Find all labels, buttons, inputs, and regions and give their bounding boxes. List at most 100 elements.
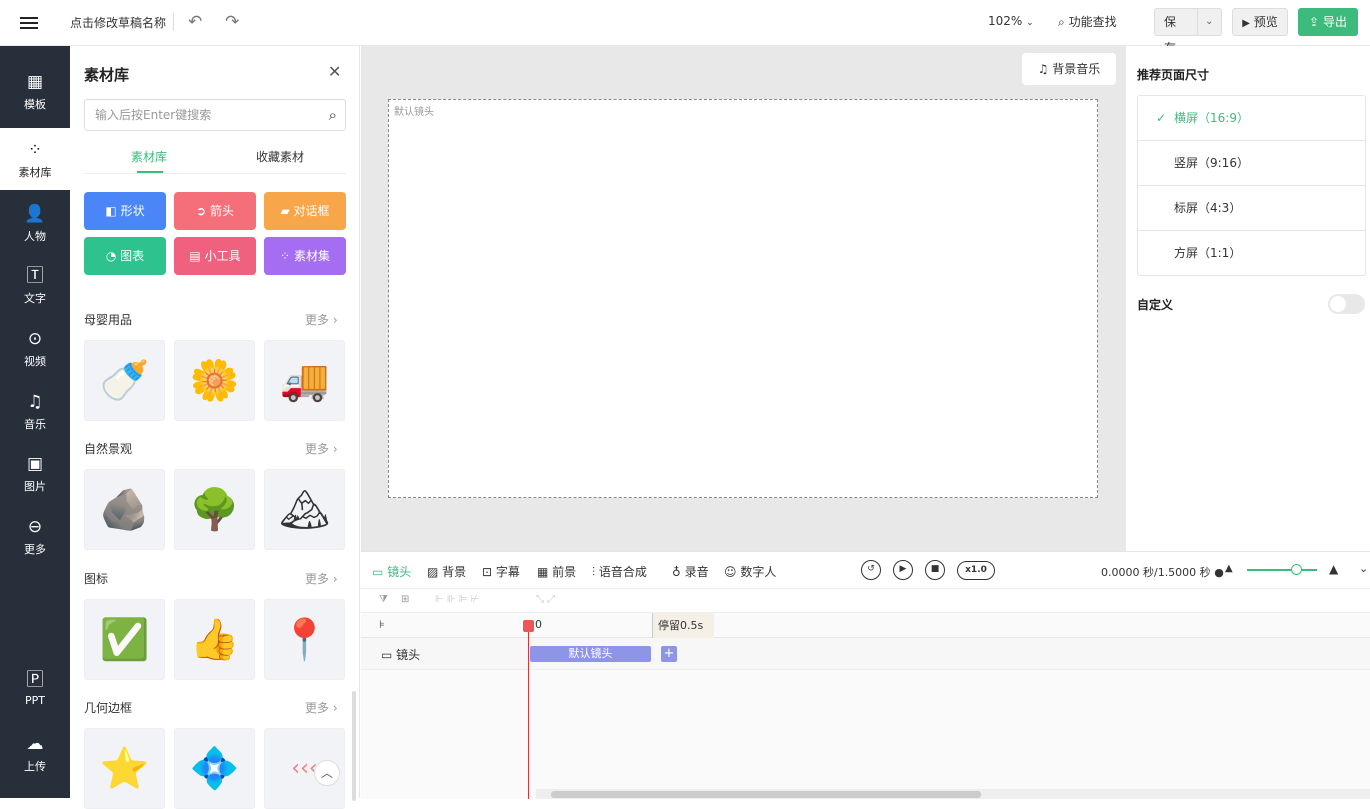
more-link[interactable]: 更多 › (305, 440, 338, 457)
tab-foreground[interactable]: ▦ 前景 (537, 563, 576, 580)
nav-item-material[interactable]: ⁘ 素材库 (0, 128, 70, 190)
timeline-body (361, 670, 1370, 799)
tab-background[interactable]: ▨ 背景 (427, 563, 466, 580)
tab-record[interactable]: ♁ 录音 (672, 563, 709, 580)
nav-item-upload[interactable]: ☁ 上传 (0, 722, 70, 784)
size-option-square[interactable]: 方屏（1:1） (1138, 231, 1365, 276)
playhead-handle[interactable] (523, 620, 534, 632)
nav-item-image[interactable]: ▣ 图片 (0, 442, 70, 504)
size-label: 横屏（16:9） (1174, 111, 1249, 125)
more-label: 更多 (305, 442, 330, 456)
nav-label: 视频 (24, 355, 46, 368)
scroll-thumb[interactable] (551, 791, 981, 798)
nav-item-music[interactable]: ♫ 音乐 (0, 380, 70, 442)
distribute-icon[interactable]: ⤡ ⤢ (536, 594, 555, 605)
add-scene-button[interactable]: + (661, 646, 677, 662)
panel-scrollbar[interactable] (352, 691, 356, 801)
asset-snow-mountain[interactable]: 🏔 (264, 469, 345, 550)
category-dialog-button[interactable]: ▰ 对话框 (264, 192, 346, 230)
nav-item-ppt[interactable]: 🄿 PPT (0, 658, 70, 720)
redo-icon[interactable]: ↷ (225, 12, 239, 32)
menu-icon[interactable] (20, 14, 38, 32)
chevron-down-icon[interactable]: ⌄ (1198, 9, 1222, 35)
nav-label: 人物 (24, 230, 46, 243)
asset-check-circle[interactable]: ✅ (84, 599, 165, 680)
category-chart-button[interactable]: ◔ 图表 (84, 237, 166, 275)
undo-icon[interactable]: ↶ (188, 12, 202, 32)
find-feature-button[interactable]: ⌕ 功能查找 (1058, 13, 1117, 30)
ruler-zero: 0 (535, 618, 542, 631)
zoom-out-icon[interactable]: ▲ (1225, 563, 1233, 574)
tab-subtitle[interactable]: ⊡ 字幕 (482, 563, 520, 580)
align-left-icon[interactable]: ⊩ ⊪ ⊫ ⊬ (435, 594, 479, 605)
chevron-up-icon[interactable]: ︿ (314, 760, 340, 786)
size-option-portrait[interactable]: 竖屏（9:16） (1138, 141, 1365, 186)
arrow-icon: ➲ (196, 204, 207, 218)
category-shape-button[interactable]: ◧ 形状 (84, 192, 166, 230)
export-button[interactable]: ⇪ 导出 (1298, 8, 1358, 36)
playhead[interactable] (528, 622, 529, 799)
background-music-button[interactable]: ♫ 背景音乐 (1022, 53, 1116, 85)
play-icon[interactable]: ▶ (893, 560, 913, 580)
asset-location-pin[interactable]: 📍 (264, 599, 345, 680)
pause-duration[interactable]: 停留0.5s (652, 613, 714, 638)
tab-scene[interactable]: ▭ 镜头 (372, 563, 411, 580)
asset-hexagon-frame[interactable]: 💠 (174, 728, 255, 809)
stop-icon[interactable]: ■ (925, 560, 945, 580)
stage-canvas[interactable]: 默认镜头 (388, 99, 1098, 498)
timeline-ruler: ⊧ 0 停留0.5s (361, 613, 1370, 638)
asset-baby-bottle[interactable]: 🍼 (84, 340, 165, 421)
asset-rattle-toy[interactable]: 🌼 (174, 340, 255, 421)
category-collection-button[interactable]: ⁘ 素材集 (264, 237, 346, 275)
tab-favorites[interactable]: 收藏素材 (256, 148, 304, 165)
zoom-select[interactable]: 102% ⌄ (988, 14, 1034, 28)
search-icon[interactable]: ⌕ (329, 106, 337, 124)
search-input[interactable] (85, 100, 305, 130)
more-link[interactable]: 更多 › (305, 699, 338, 716)
filter-icon[interactable]: ⧩ (379, 594, 388, 605)
category-widget-button[interactable]: ▤ 小工具 (174, 237, 256, 275)
speed-button[interactable]: x1.0 (957, 561, 995, 580)
nav-item-more[interactable]: ⊖ 更多 (0, 505, 70, 567)
image-icon: ▣ (26, 454, 44, 474)
size-option-landscape[interactable]: ✓ 横屏（16:9） (1138, 96, 1365, 141)
timeline-zoom-slider[interactable] (1247, 564, 1317, 575)
nav-item-text[interactable]: 🅃 文字 (0, 254, 70, 316)
export-icon: ⇪ (1309, 15, 1320, 29)
more-icon: ⊖ (27, 517, 43, 537)
size-option-standard[interactable]: 标屏（4:3） (1138, 186, 1365, 231)
size-label: 方屏（1:1） (1174, 246, 1242, 260)
close-icon[interactable]: ✕ (328, 62, 341, 81)
asset-thumbs-up[interactable]: 👍 (174, 599, 255, 680)
track-header: ▭ 镜头 (381, 646, 420, 663)
size-list: ✓ 横屏（16:9） 竖屏（9:16） 标屏（4:3） 方屏（1:1） (1137, 95, 1366, 276)
asset-rock[interactable]: 🪨 (84, 469, 165, 550)
slider-handle[interactable] (1291, 564, 1302, 575)
asset-star-frame[interactable]: ⭐ (84, 728, 165, 809)
draft-name[interactable]: 点击修改草稿名称 (70, 14, 166, 31)
snap-icon[interactable]: ⊧ (379, 618, 385, 631)
panel-tabs: 素材库 收藏素材 (84, 142, 346, 174)
more-link[interactable]: 更多 › (305, 570, 338, 587)
camera-icon: ▭ (381, 648, 393, 662)
asset-toy-truck[interactable]: 🚚 (264, 340, 345, 421)
custom-size-toggle[interactable] (1328, 294, 1365, 314)
align-icon[interactable]: ⊞ (401, 594, 409, 605)
asset-grass-field[interactable]: 🌳 (174, 469, 255, 550)
tab-material-library[interactable]: 素材库 (131, 148, 167, 165)
more-link[interactable]: 更多 › (305, 311, 338, 328)
save-button[interactable]: 保存⌄ (1154, 8, 1222, 55)
nav-item-person[interactable]: 👤 人物 (0, 192, 70, 254)
timeline-tabs: ▭ 镜头 ▨ 背景 ⊡ 字幕 ▦ 前景 ⫶ 语音合成 ♁ 录音 ☺ 数字人 ↺ … (361, 552, 1370, 589)
preview-button[interactable]: ▶ 预览 (1232, 8, 1288, 36)
help-icon[interactable]: ● (1214, 566, 1224, 579)
nav-item-template[interactable]: ▦ 模板 (0, 60, 70, 122)
tab-digital-human[interactable]: ☺ 数字人 (724, 563, 776, 580)
nav-item-video[interactable]: ⊙ 视频 (0, 317, 70, 379)
collapse-icon[interactable]: ⌄ (1359, 562, 1368, 575)
zoom-in-icon[interactable]: ▲ (1329, 562, 1338, 576)
replay-icon[interactable]: ↺ (861, 560, 881, 580)
scene-clip[interactable]: 默认镜头 (530, 646, 651, 662)
category-arrow-button[interactable]: ➲ 箭头 (174, 192, 256, 230)
tab-tts[interactable]: ⫶ 语音合成 (592, 563, 647, 580)
